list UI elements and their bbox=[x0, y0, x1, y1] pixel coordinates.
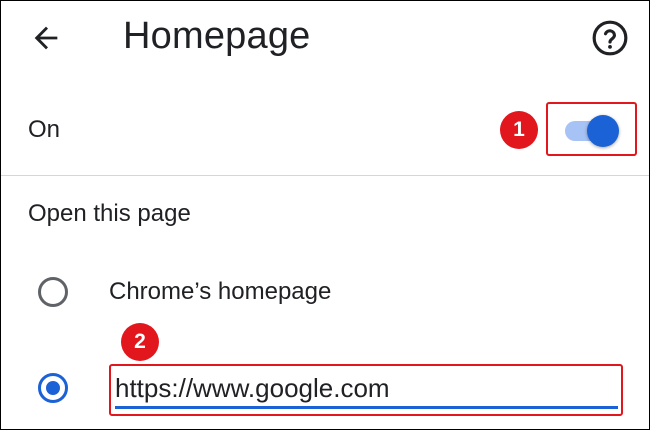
radio-chrome-homepage[interactable] bbox=[38, 277, 68, 307]
option-chrome-homepage-label[interactable]: Chrome’s homepage bbox=[109, 276, 331, 308]
custom-url-input[interactable]: https://www.google.com bbox=[115, 367, 618, 409]
homepage-toggle-row[interactable]: On bbox=[1, 87, 649, 175]
page-title: Homepage bbox=[123, 15, 311, 57]
section-label: Open this page bbox=[28, 200, 191, 227]
toggle-label: On bbox=[28, 116, 61, 143]
radio-custom-url[interactable] bbox=[38, 373, 68, 403]
back-button[interactable] bbox=[23, 15, 69, 61]
step-badge-2: 2 bbox=[121, 323, 159, 361]
help-circle-icon bbox=[592, 20, 628, 56]
section-divider bbox=[1, 175, 649, 176]
help-button[interactable] bbox=[587, 15, 633, 61]
radio-selected-dot bbox=[46, 381, 60, 395]
arrow-back-icon bbox=[34, 26, 58, 50]
input-underline bbox=[115, 406, 618, 409]
homepage-toggle-switch[interactable] bbox=[561, 111, 621, 151]
custom-url-value[interactable]: https://www.google.com bbox=[115, 372, 390, 404]
toggle-thumb bbox=[587, 115, 619, 147]
settings-screen: Homepage On Open this page Chrome’s home… bbox=[0, 0, 650, 430]
step-badge-1: 1 bbox=[500, 111, 538, 149]
